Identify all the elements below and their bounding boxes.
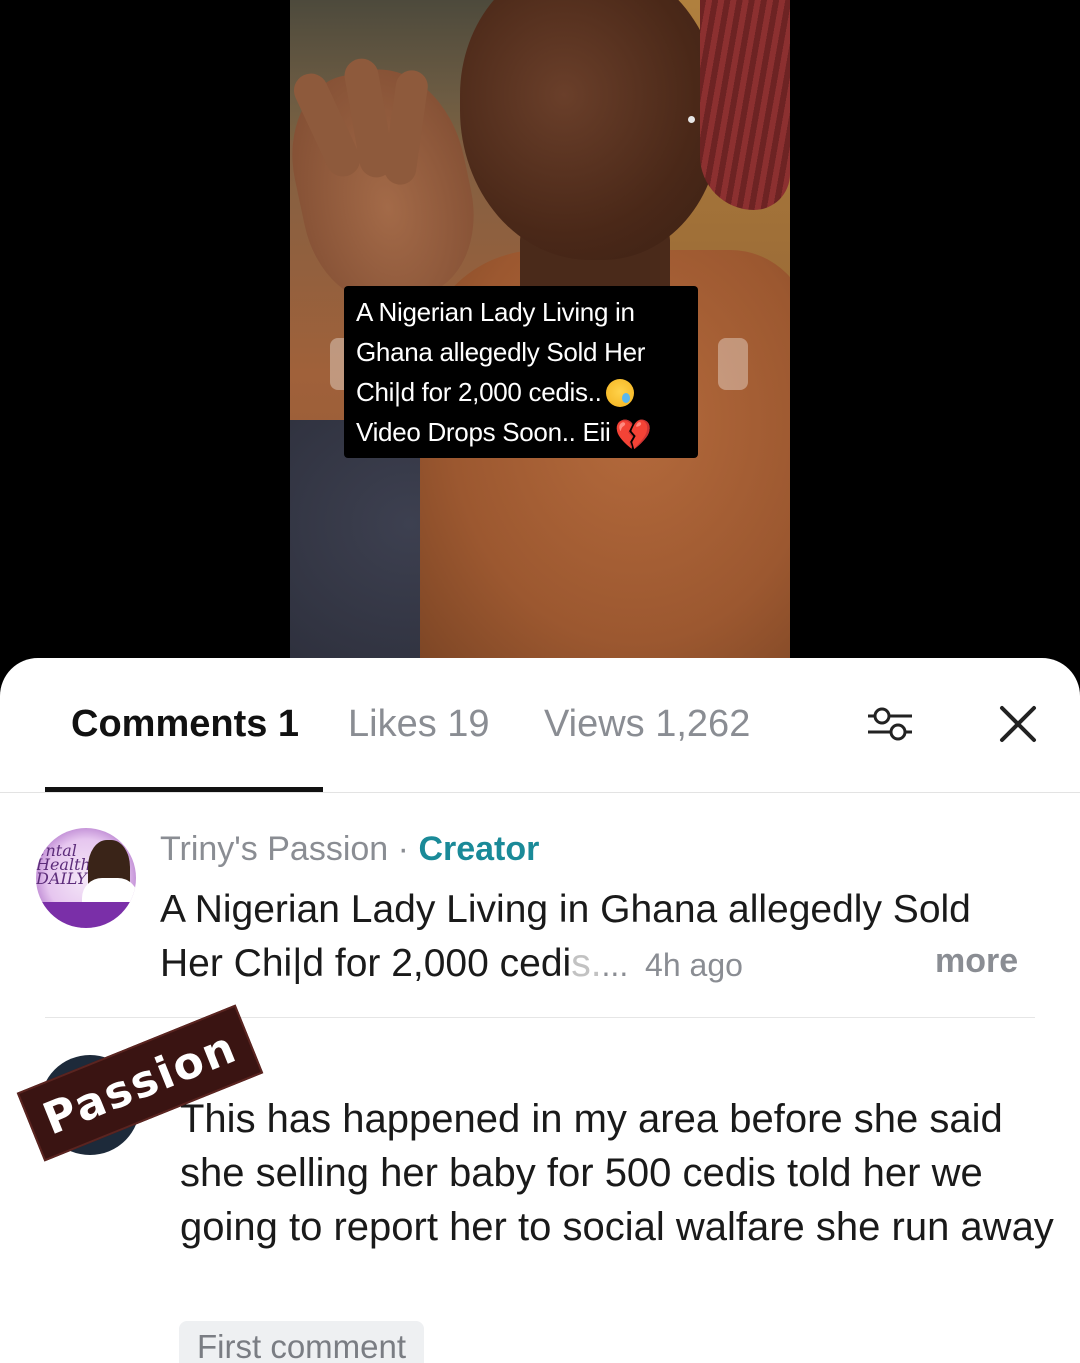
more-link[interactable]: more	[935, 942, 1018, 981]
video-caption: A Nigerian Lady Living in Ghana allegedl…	[344, 286, 698, 458]
comment-text: A Nigerian Lady Living in Ghana allegedl…	[160, 883, 1040, 992]
tab-comments[interactable]: Comments 1	[71, 703, 299, 746]
comment-ellipsis: ...	[601, 947, 629, 983]
caption-line-text: Chi|d for 2,000 cedis..	[356, 377, 602, 407]
video-player[interactable]: A Nigerian Lady Living in Ghana allegedl…	[0, 0, 1080, 680]
video-figure-earring	[688, 116, 695, 123]
caption-line: Ghana allegedly Sold Her	[356, 337, 646, 367]
tab-bar: Comments 1 Likes 19 Views 1,262	[0, 658, 1080, 793]
tab-likes[interactable]: Likes 19	[348, 703, 490, 746]
comment-text-faded: s.	[571, 942, 602, 985]
tab-views[interactable]: Views 1,262	[544, 703, 750, 746]
crying-face-icon	[605, 379, 634, 407]
comment-author-line: Triny's Passion · Creator	[160, 830, 539, 869]
close-icon[interactable]	[990, 696, 1046, 752]
comment-text-main: A Nigerian Lady Living in Ghana allegedl…	[160, 888, 971, 985]
author-separator: ·	[397, 830, 409, 868]
avatar-band	[36, 902, 136, 928]
caption-line: Video Drops Soon.. Eii 💔	[356, 412, 686, 456]
video-overlay-pill-right	[718, 338, 748, 390]
avatar[interactable]: ental Health DAILY	[36, 828, 136, 928]
tab-divider	[0, 792, 1080, 793]
sliders-icon[interactable]	[862, 696, 918, 752]
first-comment-tag: First comment	[179, 1321, 425, 1363]
comment-text: This has happened in my area before she …	[180, 1097, 1054, 1249]
comment-divider	[45, 1017, 1035, 1018]
creator-badge: Creator	[418, 830, 540, 868]
caption-line: Chi|d for 2,000 cedis..	[356, 372, 686, 412]
video-figure-head	[460, 0, 720, 260]
caption-line-text: Video Drops Soon.. Eii	[356, 417, 611, 447]
broken-heart-icon: 💔	[614, 419, 652, 452]
comment-author[interactable]: Triny's Passion	[160, 830, 388, 868]
caption-line: A Nigerian Lady Living in	[356, 297, 635, 327]
comment-time: 4h ago	[645, 947, 743, 983]
comments-sheet: Comments 1 Likes 19 Views 1,262 ental He…	[0, 658, 1080, 1363]
video-figure-hair	[700, 0, 790, 210]
